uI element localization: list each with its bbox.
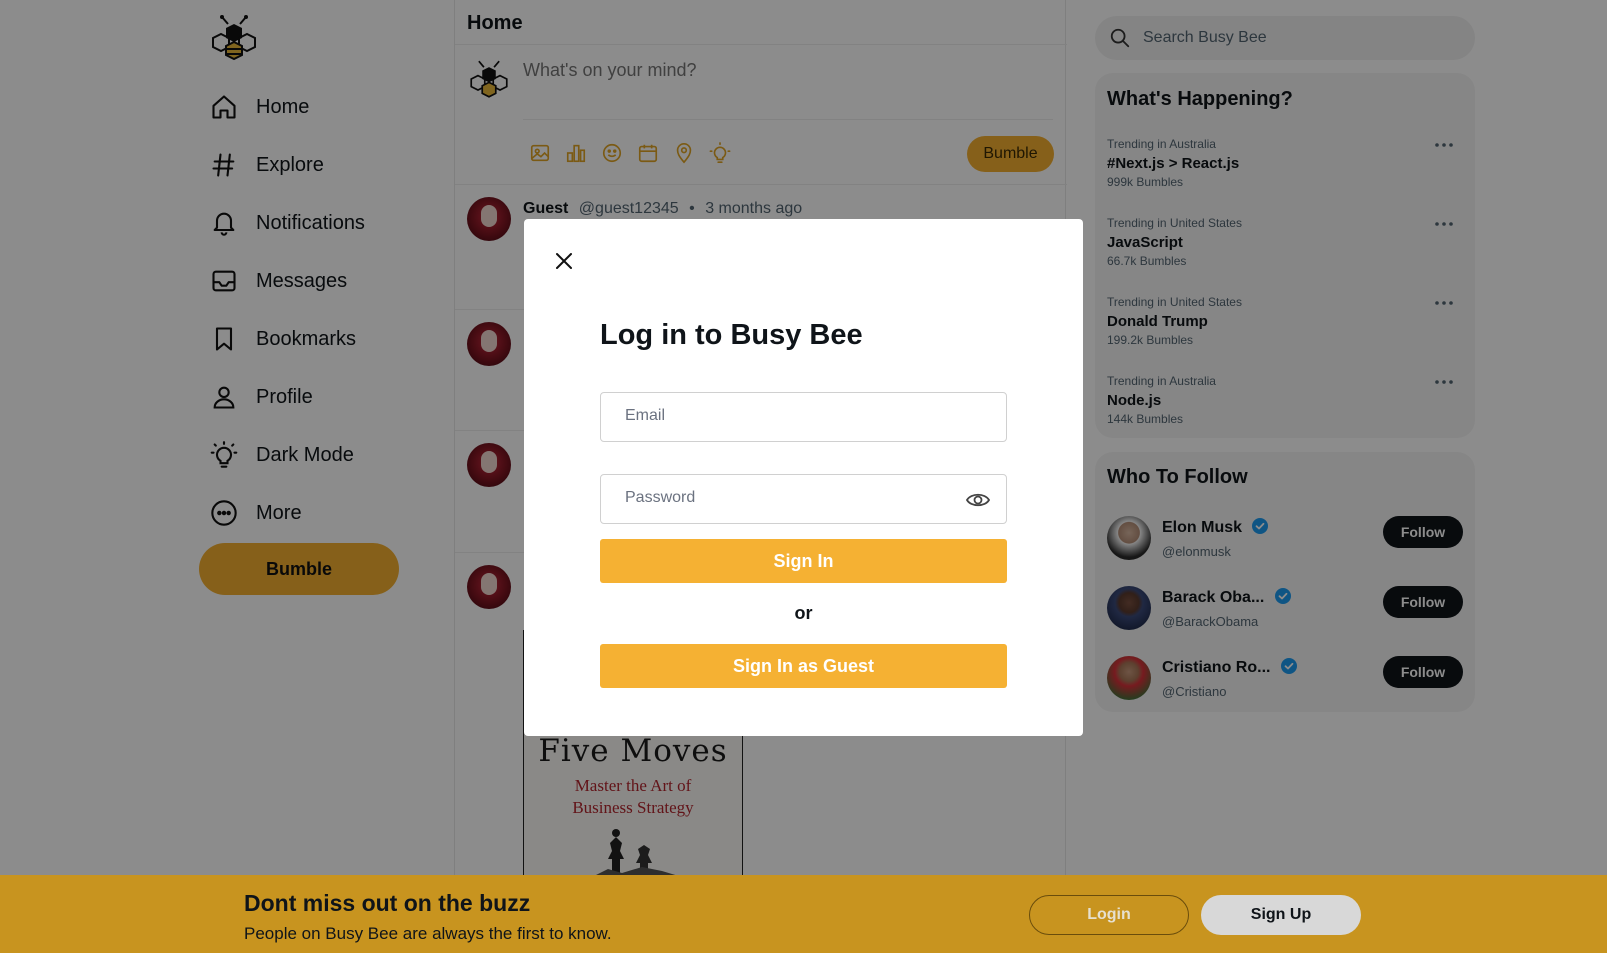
banner-headline: Dont miss out on the buzz [244,890,531,916]
close-icon[interactable] [552,249,576,273]
banner-subtext: People on Busy Bee are always the first … [244,924,612,943]
modal-title: Log in to Busy Bee [600,319,863,351]
login-button[interactable]: Login [1029,895,1189,935]
password-field[interactable] [600,474,1007,524]
password-input[interactable] [625,489,955,507]
email-input[interactable] [625,407,955,425]
guest-sign-in-button[interactable]: Sign In as Guest [600,644,1007,688]
signup-banner: Dont miss out on the buzz People on Busy… [0,875,1607,953]
signup-button[interactable]: Sign Up [1201,895,1361,935]
eye-icon[interactable] [966,489,990,511]
login-modal: Log in to Busy Bee Sign In or Sign In as… [524,219,1083,736]
or-divider: or [794,603,813,623]
sign-in-button[interactable]: Sign In [600,539,1007,583]
email-field[interactable] [600,392,1007,442]
